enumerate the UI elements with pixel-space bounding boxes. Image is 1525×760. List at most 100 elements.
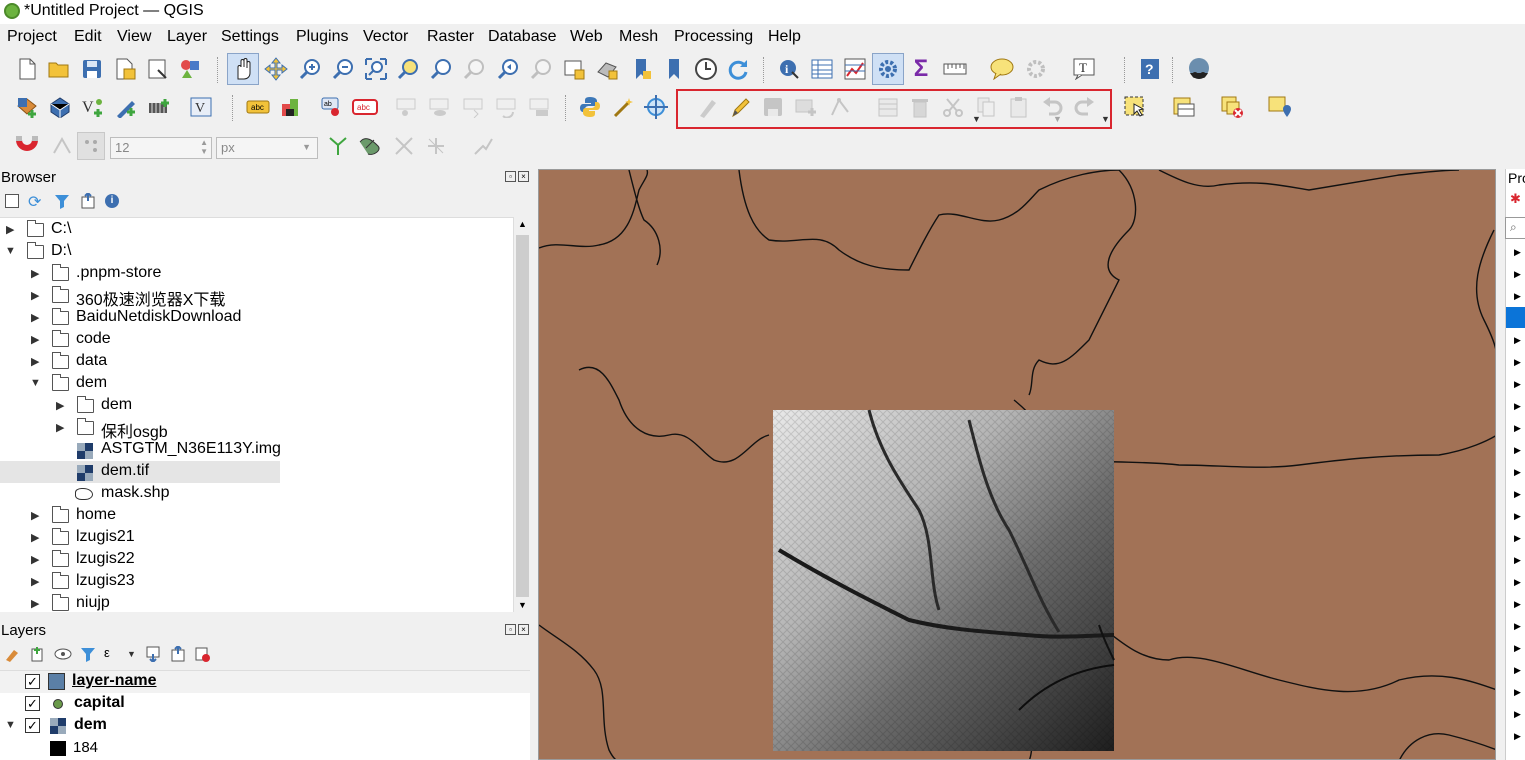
menu-mesh[interactable]: Mesh	[619, 28, 658, 46]
layer-visibility-checkbox[interactable]: ✓	[25, 718, 40, 733]
gear-icon[interactable]: ✱	[1510, 191, 1521, 207]
style-manager-icon[interactable]	[176, 55, 204, 83]
scroll-up-icon[interactable]: ▲	[518, 219, 527, 229]
expand-arrow-icon[interactable]: ▶	[1514, 599, 1521, 610]
self-snapping-icon[interactable]	[469, 132, 497, 160]
expand-arrow-icon[interactable]: ▶	[31, 289, 39, 302]
topological-editing-icon[interactable]	[324, 132, 352, 160]
expand-arrow-icon[interactable]: ▶	[1514, 665, 1521, 676]
tree-item[interactable]: ▶ home	[0, 505, 512, 527]
data-source-manager-icon[interactable]	[13, 93, 41, 121]
zoom-to-selection-icon[interactable]	[394, 55, 422, 83]
tree-item[interactable]: ▼ D:\	[0, 241, 512, 263]
select-by-location-icon[interactable]	[1266, 93, 1294, 121]
collapse-arrow-icon[interactable]: ▼	[5, 245, 16, 257]
layer-labeling-icon[interactable]: abc	[244, 93, 272, 121]
add-selected-layers-icon[interactable]	[5, 194, 19, 208]
print-layout-icon[interactable]	[144, 55, 172, 83]
tree-item[interactable]: ▶ dem	[0, 395, 512, 417]
expand-arrow-icon[interactable]: ▶	[56, 399, 64, 412]
search-input[interactable]: ⌕	[1505, 217, 1525, 239]
menu-layer[interactable]: Layer	[167, 28, 207, 46]
undock-icon[interactable]: ▫	[505, 624, 516, 635]
scrollbar-thumb[interactable]	[516, 235, 529, 597]
new-project-icon[interactable]	[13, 55, 41, 83]
tree-item[interactable]: ▶ C:\	[0, 219, 512, 241]
undock-icon[interactable]: ▫	[505, 171, 516, 182]
expand-arrow-icon[interactable]: ▶	[31, 333, 39, 346]
temporal-controller-icon[interactable]	[692, 55, 720, 83]
expand-arrow-icon[interactable]: ▶	[31, 355, 39, 368]
expand-arrow-icon[interactable]: ▶	[31, 553, 39, 566]
tree-item[interactable]: ▼ dem	[0, 373, 512, 395]
show-hide-labels-icon[interactable]	[426, 93, 454, 121]
expand-arrow-icon[interactable]: ▶	[1514, 533, 1521, 544]
collapse-all-icon[interactable]	[80, 191, 96, 213]
menu-web[interactable]: Web	[570, 28, 603, 46]
new-map-view-icon[interactable]	[560, 55, 588, 83]
refresh-icon[interactable]	[724, 55, 752, 83]
expand-arrow-icon[interactable]: ▶	[31, 531, 39, 544]
pan-to-selection-icon[interactable]	[262, 55, 290, 83]
plugin-globe-icon[interactable]	[1185, 55, 1213, 83]
menu-vector[interactable]: Vector	[363, 28, 408, 46]
expand-arrow-icon[interactable]: ▶	[1514, 379, 1521, 390]
spin-arrows-icon[interactable]: ▲ ▼	[200, 138, 208, 156]
expand-arrow-icon[interactable]: ▶	[1514, 511, 1521, 522]
expand-all-icon[interactable]	[145, 646, 161, 666]
expand-arrow-icon[interactable]: ▶	[6, 223, 14, 236]
filter-expression-dropdown-icon[interactable]: ▼	[127, 649, 136, 659]
menu-edit[interactable]: Edit	[74, 28, 102, 46]
tree-item[interactable]: ▶ code	[0, 329, 512, 351]
snapping-tolerance-field[interactable]: 12 ▲ ▼	[110, 137, 212, 159]
map-tips-icon[interactable]	[988, 55, 1016, 83]
tree-item[interactable]: ▶ lzugis21	[0, 527, 512, 549]
attribute-table-icon[interactable]	[808, 55, 836, 83]
layer-visibility-checkbox[interactable]: ✓	[25, 674, 40, 689]
deselect-features-icon[interactable]	[1218, 93, 1246, 121]
sum-statistics-icon[interactable]: Σ	[907, 55, 935, 83]
tree-item[interactable]: ▶ 保利osgb	[0, 417, 512, 441]
manage-visibility-icon[interactable]	[54, 646, 72, 666]
new-geopackage-layer-icon[interactable]	[46, 93, 74, 121]
highlight-pinned-labels-icon[interactable]: abc	[351, 93, 379, 121]
menu-raster[interactable]: Raster	[427, 28, 474, 46]
tree-item[interactable]: ▶ niujp	[0, 593, 512, 612]
statistical-summary-icon[interactable]	[841, 55, 869, 83]
expand-arrow-icon[interactable]: ▶	[31, 597, 39, 610]
virtual-layer-icon[interactable]: V	[187, 93, 215, 121]
identify-features-icon[interactable]: i	[775, 55, 803, 83]
help-contents-icon[interactable]: ?	[1136, 55, 1164, 83]
properties-info-icon[interactable]: i	[105, 194, 119, 208]
move-diagram-icon[interactable]	[460, 93, 488, 121]
close-icon[interactable]: ×	[518, 171, 529, 182]
new-shapefile-layer-icon[interactable]: V	[79, 93, 107, 121]
zoom-native-icon[interactable]	[460, 55, 488, 83]
expand-arrow-icon[interactable]: ▶	[31, 575, 39, 588]
layer-visibility-checkbox[interactable]: ✓	[25, 696, 40, 711]
snap-layer-mode-icon[interactable]	[77, 132, 105, 160]
expand-arrow-icon[interactable]: ▶	[1514, 731, 1521, 742]
move-label-icon[interactable]	[393, 93, 421, 121]
locator-icon[interactable]	[1022, 55, 1050, 83]
tree-item[interactable]: ASTGTM_N36E113Y.img	[0, 439, 512, 461]
add-group-icon[interactable]	[29, 646, 45, 666]
snapping-magnet-icon[interactable]	[13, 132, 41, 160]
expand-arrow-icon[interactable]: ▶	[1514, 445, 1521, 456]
show-bookmarks-icon[interactable]	[660, 55, 688, 83]
zoom-next-icon[interactable]	[527, 55, 555, 83]
expand-arrow-icon[interactable]: ▶	[1514, 687, 1521, 698]
zoom-in-icon[interactable]	[296, 55, 324, 83]
layer-row[interactable]: ▼ ✓ dem	[0, 715, 530, 737]
rotate-label-icon[interactable]	[493, 93, 521, 121]
tree-item[interactable]: mask.shp	[0, 483, 512, 505]
text-annotation-icon[interactable]: T	[1070, 55, 1098, 83]
tree-item[interactable]: ▶ lzugis23	[0, 571, 512, 593]
tree-item[interactable]: ▶ BaiduNetdiskDownload	[0, 307, 512, 329]
expand-arrow-icon[interactable]: ▶	[1514, 335, 1521, 346]
expand-arrow-icon[interactable]: ▶	[31, 509, 39, 522]
expand-arrow-icon[interactable]: ▶	[1514, 269, 1521, 280]
save-as-icon[interactable]	[111, 55, 139, 83]
save-project-icon[interactable]	[78, 55, 106, 83]
snap-intersection-icon[interactable]	[357, 132, 385, 160]
